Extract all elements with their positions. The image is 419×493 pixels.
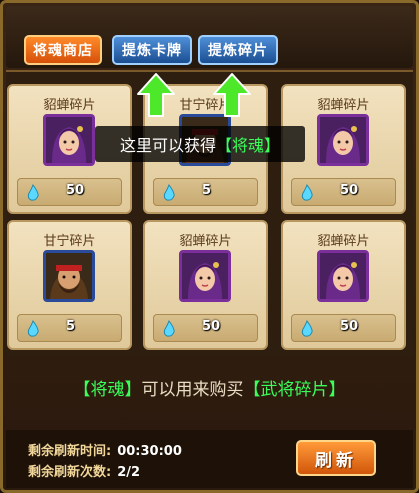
- info-soul: 【将魂】: [73, 380, 142, 400]
- shop-item-card[interactable]: 貂蝉碎片 50: [143, 220, 268, 350]
- tab-soul-shop[interactable]: 将魂商店: [24, 35, 102, 65]
- refresh-button[interactable]: 刷新: [296, 440, 376, 476]
- price-box: 50: [17, 178, 122, 206]
- item-name: 貂蝉碎片: [317, 98, 370, 113]
- info-middle: 可以用来购买: [141, 380, 244, 400]
- refresh-time-row: 剩余刷新时间: 00:30:00: [28, 440, 182, 459]
- item-name: 貂蝉碎片: [179, 234, 232, 249]
- refresh-count-row: 剩余刷新次数: 2/2: [28, 461, 140, 480]
- soul-drop-icon: [163, 320, 175, 337]
- soul-drop-icon: [301, 184, 313, 201]
- item-price: 5: [66, 319, 76, 334]
- item-price: 50: [202, 319, 221, 334]
- info-text: 【将魂】可以用来购买【武将碎片】: [0, 375, 419, 400]
- tab-refine-fragments[interactable]: 提炼碎片: [198, 35, 278, 65]
- shop-item-card[interactable]: 貂蝉碎片 50: [281, 220, 406, 350]
- soul-drop-icon: [163, 184, 175, 201]
- arrow-up-icon: [213, 73, 251, 117]
- item-price: 50: [340, 319, 359, 334]
- soul-drop-icon: [27, 184, 39, 201]
- diaochan-portrait-icon: [43, 114, 95, 166]
- shop-item-card[interactable]: 甘宁碎片 5: [7, 220, 132, 350]
- tab-refine-cards[interactable]: 提炼卡牌: [112, 35, 192, 65]
- tooltip-highlight: 【将魂】: [216, 136, 281, 155]
- price-box: 50: [291, 178, 396, 206]
- soul-drop-icon: [301, 320, 313, 337]
- price-box: 5: [153, 178, 258, 206]
- diaochan-portrait-icon: [317, 250, 369, 302]
- info-fragments: 【武将碎片】: [243, 380, 346, 400]
- arrow-up-icon: [137, 73, 175, 117]
- item-price: 5: [202, 183, 212, 198]
- refresh-count-label: 剩余刷新次数:: [28, 465, 112, 480]
- item-price: 50: [66, 183, 85, 198]
- tooltip-text: 这里可以获得: [119, 136, 216, 155]
- refresh-time-value: 00:30:00: [117, 444, 182, 459]
- item-name: 甘宁碎片: [43, 234, 96, 249]
- item-name: 貂蝉碎片: [43, 98, 96, 113]
- price-box: 50: [153, 314, 258, 342]
- tutorial-tooltip: 这里可以获得 【将魂】: [95, 126, 305, 162]
- ganning-portrait-icon: [43, 250, 95, 302]
- refresh-count-value: 2/2: [117, 465, 141, 480]
- diaochan-portrait-icon: [317, 114, 369, 166]
- soul-drop-icon: [27, 320, 39, 337]
- price-box: 50: [291, 314, 396, 342]
- item-name: 貂蝉碎片: [317, 234, 370, 249]
- item-price: 50: [340, 183, 359, 198]
- refresh-time-label: 剩余刷新时间:: [28, 444, 112, 459]
- tab-bar: 将魂商店 提炼卡牌 提炼碎片: [6, 6, 413, 68]
- diaochan-portrait-icon: [179, 250, 231, 302]
- price-box: 5: [17, 314, 122, 342]
